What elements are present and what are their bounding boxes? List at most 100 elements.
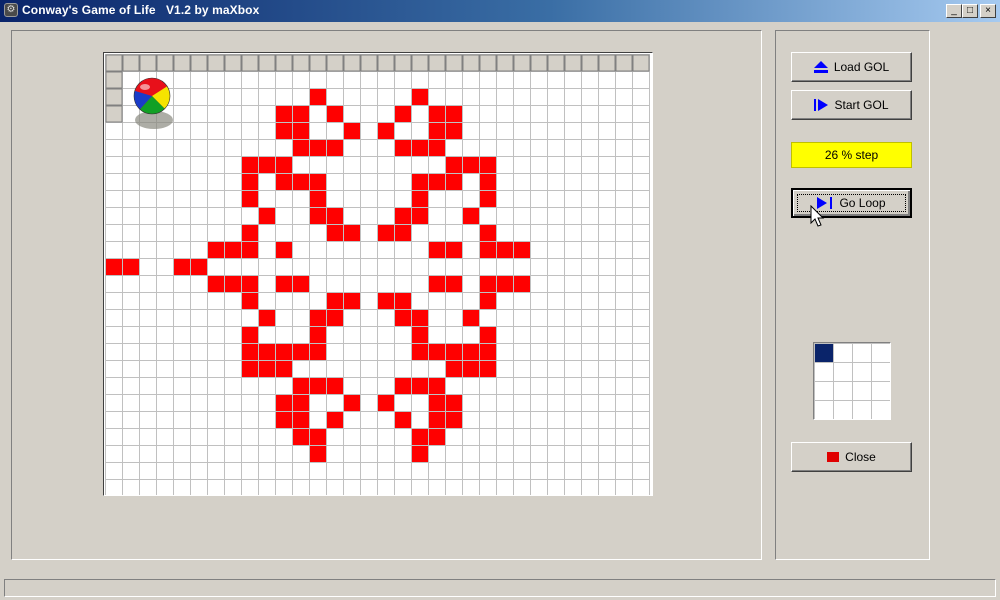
header-cell[interactable] — [139, 54, 157, 72]
mini-cell[interactable] — [814, 381, 834, 401]
live-cell[interactable] — [292, 394, 309, 411]
live-cell[interactable] — [479, 360, 496, 377]
live-cell[interactable] — [258, 156, 275, 173]
live-cell[interactable] — [411, 139, 428, 156]
mini-cell[interactable] — [852, 343, 872, 363]
live-cell[interactable] — [292, 173, 309, 190]
live-cell[interactable] — [479, 241, 496, 258]
live-cell[interactable] — [428, 428, 445, 445]
live-cell[interactable] — [428, 122, 445, 139]
live-cell[interactable] — [275, 343, 292, 360]
live-cell[interactable] — [275, 360, 292, 377]
live-cell[interactable] — [275, 105, 292, 122]
live-cell[interactable] — [241, 224, 258, 241]
header-cell[interactable] — [581, 54, 599, 72]
live-cell[interactable] — [428, 139, 445, 156]
live-cell[interactable] — [326, 411, 343, 428]
mini-cell[interactable] — [833, 362, 853, 382]
mini-pattern-grid[interactable] — [813, 342, 891, 420]
live-cell[interactable] — [241, 156, 258, 173]
live-cell[interactable] — [377, 122, 394, 139]
live-cell[interactable] — [258, 309, 275, 326]
live-cell[interactable] — [411, 190, 428, 207]
live-cell[interactable] — [462, 360, 479, 377]
live-cell[interactable] — [275, 275, 292, 292]
live-cell[interactable] — [411, 326, 428, 343]
live-cell[interactable] — [479, 343, 496, 360]
live-cell[interactable] — [411, 428, 428, 445]
live-cell[interactable] — [343, 292, 360, 309]
close-window-button[interactable]: × — [980, 4, 996, 18]
header-cell[interactable] — [258, 54, 276, 72]
live-cell[interactable] — [428, 411, 445, 428]
live-cell[interactable] — [292, 105, 309, 122]
header-cell[interactable] — [496, 54, 514, 72]
maximize-button[interactable]: □ — [962, 4, 978, 18]
live-cell[interactable] — [479, 156, 496, 173]
live-cell[interactable] — [343, 224, 360, 241]
live-cell[interactable] — [377, 224, 394, 241]
live-cell[interactable] — [241, 292, 258, 309]
header-cell[interactable] — [207, 54, 225, 72]
mini-grid[interactable] — [814, 343, 891, 420]
life-board[interactable] — [103, 52, 653, 496]
live-cell[interactable] — [309, 343, 326, 360]
live-cell[interactable] — [428, 377, 445, 394]
header-cell[interactable] — [275, 54, 293, 72]
live-cell[interactable] — [479, 190, 496, 207]
live-cell[interactable] — [445, 105, 462, 122]
live-cell[interactable] — [258, 343, 275, 360]
live-cell[interactable] — [479, 173, 496, 190]
live-cell[interactable] — [343, 394, 360, 411]
live-cell[interactable] — [241, 241, 258, 258]
live-cell[interactable] — [462, 343, 479, 360]
live-cell[interactable] — [309, 326, 326, 343]
live-cell[interactable] — [445, 173, 462, 190]
live-cell[interactable] — [190, 258, 207, 275]
live-cell[interactable] — [479, 326, 496, 343]
live-cell[interactable] — [292, 377, 309, 394]
live-cell[interactable] — [241, 326, 258, 343]
live-cell[interactable] — [394, 309, 411, 326]
live-cell[interactable] — [275, 394, 292, 411]
header-cell[interactable] — [377, 54, 395, 72]
life-grid[interactable] — [104, 53, 653, 496]
header-cell[interactable] — [309, 54, 327, 72]
live-cell[interactable] — [275, 411, 292, 428]
mini-cell[interactable] — [814, 362, 834, 382]
live-cell[interactable] — [377, 292, 394, 309]
header-cell[interactable] — [343, 54, 361, 72]
header-cell[interactable] — [360, 54, 378, 72]
live-cell[interactable] — [224, 275, 241, 292]
live-cell[interactable] — [309, 190, 326, 207]
live-cell[interactable] — [258, 207, 275, 224]
minimize-button[interactable]: _ — [946, 4, 962, 18]
live-cell[interactable] — [122, 258, 139, 275]
live-cell[interactable] — [411, 207, 428, 224]
mini-cell[interactable] — [871, 362, 891, 382]
header-cell[interactable] — [105, 105, 123, 123]
header-cell[interactable] — [462, 54, 480, 72]
live-cell[interactable] — [241, 190, 258, 207]
live-cell[interactable] — [411, 377, 428, 394]
live-cell[interactable] — [309, 445, 326, 462]
live-cell[interactable] — [394, 139, 411, 156]
live-cell[interactable] — [275, 122, 292, 139]
live-cell[interactable] — [428, 173, 445, 190]
header-cell[interactable] — [326, 54, 344, 72]
live-cell[interactable] — [326, 309, 343, 326]
header-cell[interactable] — [564, 54, 582, 72]
live-cell[interactable] — [326, 377, 343, 394]
live-cell[interactable] — [428, 394, 445, 411]
live-cell[interactable] — [411, 445, 428, 462]
live-cell[interactable] — [292, 122, 309, 139]
live-cell[interactable] — [394, 224, 411, 241]
header-cell[interactable] — [615, 54, 633, 72]
live-cell[interactable] — [445, 241, 462, 258]
live-cell[interactable] — [292, 275, 309, 292]
header-cell[interactable] — [428, 54, 446, 72]
header-cell[interactable] — [190, 54, 208, 72]
header-cell[interactable] — [156, 54, 174, 72]
header-cell[interactable] — [547, 54, 565, 72]
live-cell[interactable] — [428, 275, 445, 292]
